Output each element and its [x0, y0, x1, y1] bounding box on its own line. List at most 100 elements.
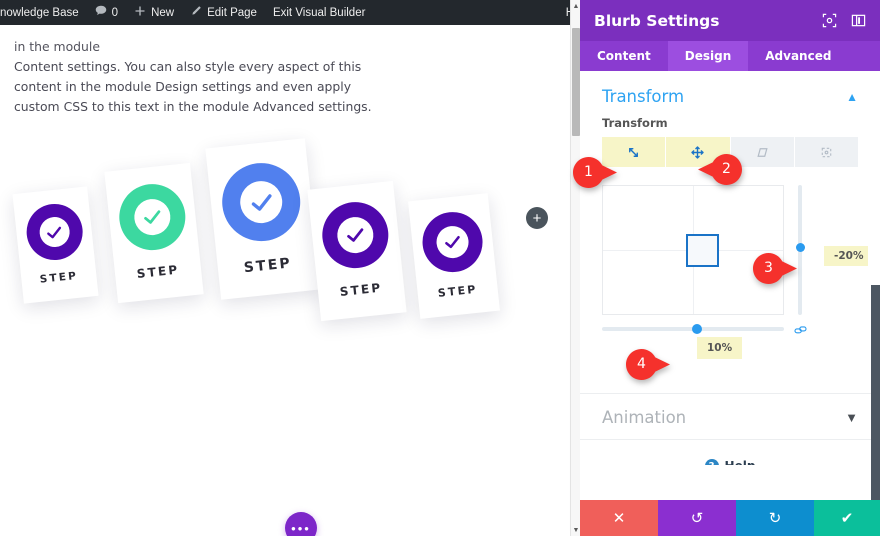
step-card-label: STEP [243, 255, 293, 277]
redo-button[interactable]: ↻ [736, 500, 814, 536]
step-check-inner [238, 179, 285, 226]
animation-section-title: Animation [602, 407, 687, 427]
step-card-label: STEP [339, 280, 384, 299]
ellipsis-icon: ••• [291, 520, 311, 536]
step-check-circle [116, 180, 189, 254]
scroll-down-arrow-icon[interactable]: ▼ [571, 524, 581, 536]
panel-header-icons [822, 13, 866, 28]
admin-bar-item-edit-page[interactable]: Edit Page [182, 0, 265, 25]
step-card[interactable]: STEP [307, 180, 407, 322]
admin-bar-item-exit-visual-builder[interactable]: Exit Visual Builder [265, 0, 373, 25]
admin-bar-item-new[interactable]: New [126, 0, 182, 25]
panel-scrollbar[interactable] [871, 285, 880, 500]
step-card[interactable]: STEP [408, 193, 500, 319]
section-divider-top [580, 393, 880, 394]
admin-bar-label-edit-page: Edit Page [207, 6, 257, 19]
horizontal-slider-handle[interactable] [692, 324, 702, 334]
callout-number-2: 2 [722, 161, 731, 177]
callout-marker-2: 2 [697, 153, 743, 185]
focus-target-icon[interactable] [822, 13, 837, 28]
transform-section-title: Transform [602, 87, 685, 106]
callout-number-4: 4 [637, 356, 646, 372]
admin-bar-item-knowledge-base[interactable]: nowledge Base [0, 0, 87, 25]
tab-advanced[interactable]: Advanced [748, 41, 848, 71]
callout-marker-1: 1 [572, 156, 618, 188]
transform-rotate-icon [819, 145, 834, 160]
step-card[interactable]: STEP [205, 138, 321, 300]
check-icon [47, 226, 62, 238]
transform-preview-square[interactable] [686, 234, 719, 267]
step-card-label: STEP [39, 269, 79, 286]
transform-skew-icon [755, 145, 770, 160]
step-check-inner [335, 215, 376, 255]
comment-icon [95, 5, 107, 21]
transform-section-header[interactable]: Transform ▲ [580, 71, 880, 116]
transform-field-label: Transform [602, 116, 668, 130]
transform-grid-control[interactable]: -20% 10% [602, 185, 868, 359]
tab-design[interactable]: Design [667, 41, 749, 71]
callout-number-1: 1 [584, 164, 593, 180]
panel-tabs: Content Design Advanced [580, 41, 880, 71]
transform-scale-icon [626, 145, 641, 160]
undo-icon: ↺ [690, 510, 704, 527]
section-divider-bottom [580, 439, 880, 440]
admin-bar-label-exit-visual-builder: Exit Visual Builder [272, 6, 366, 19]
step-check-circle [218, 159, 305, 245]
save-button[interactable]: ✔ [814, 500, 880, 536]
add-module-button[interactable]: + [526, 207, 548, 229]
admin-bar-label-knowledge-base: nowledge Base [0, 6, 79, 19]
blurb-settings-panel: Blurb Settings Content Design Advanced T… [580, 0, 880, 536]
step-card[interactable]: STEP [104, 162, 204, 304]
admin-bar-item-comments[interactable]: 0 [87, 0, 126, 25]
panel-footer: ✕ ↺ ↻ ✔ [580, 500, 880, 536]
panel-header: Blurb Settings [580, 0, 880, 41]
check-icon: ✔ [840, 510, 854, 527]
admin-bar-comment-count: 0 [111, 6, 119, 19]
step-card[interactable]: STEP [12, 186, 99, 304]
step-check-inner [132, 197, 173, 237]
undo-button[interactable]: ↺ [658, 500, 736, 536]
panel-title: Blurb Settings [594, 11, 720, 30]
animation-section-header[interactable]: Animation ▼ [580, 395, 880, 439]
canvas-scrollbar-thumb[interactable] [572, 28, 580, 136]
check-icon [251, 193, 272, 211]
step-check-inner [434, 224, 471, 260]
callout-marker-3: 3 [752, 252, 798, 284]
canvas-top-clip-mask [0, 25, 570, 39]
tab-content[interactable]: Content [580, 41, 668, 71]
help-label: Help [725, 459, 756, 465]
wp-admin-bar: nowledge Base 0 New Edit Page Exit Visua… [0, 0, 580, 25]
plus-icon [134, 5, 146, 21]
step-check-circle [319, 198, 392, 272]
visual-builder-canvas[interactable]: Your content goes here. Edit or remove t… [0, 25, 570, 536]
link-chain-icon[interactable] [794, 323, 807, 334]
step-card-label: STEP [136, 262, 181, 281]
canvas-scrollbar[interactable]: ▲ ▼ [570, 0, 580, 536]
chevron-up-icon[interactable]: ▲ [846, 90, 858, 104]
pencil-icon [190, 5, 202, 21]
help-row[interactable]: ? Help [580, 459, 880, 465]
callout-number-3: 3 [764, 260, 773, 276]
add-module-plus-icon: + [532, 209, 542, 227]
redo-icon: ↻ [768, 510, 782, 527]
close-icon: ✕ [612, 510, 626, 527]
help-question-icon: ? [704, 459, 719, 465]
transform-rotate-button[interactable] [794, 137, 858, 167]
check-icon [144, 210, 161, 224]
horizontal-value-field[interactable]: 10% [697, 337, 742, 359]
check-icon [445, 235, 460, 249]
page-settings-button[interactable]: ••• [285, 512, 317, 536]
panel-layout-icon[interactable] [851, 13, 866, 28]
panel-scrollbar-thumb[interactable] [871, 285, 880, 500]
step-check-circle [419, 209, 486, 276]
step-check-inner [37, 215, 71, 249]
panel-body: Transform ▲ Transform -20% 10% Animation… [580, 71, 880, 465]
module-body-text-main: Content settings. You can also style eve… [14, 59, 372, 114]
chevron-down-icon[interactable]: ▼ [845, 410, 858, 425]
vertical-slider-handle[interactable] [796, 243, 805, 252]
admin-bar-label-new: New [151, 6, 175, 19]
close-button[interactable]: ✕ [580, 500, 658, 536]
vertical-value-field[interactable]: -20% [824, 246, 868, 266]
scroll-up-arrow-icon[interactable]: ▲ [571, 0, 581, 12]
check-icon [347, 228, 364, 242]
